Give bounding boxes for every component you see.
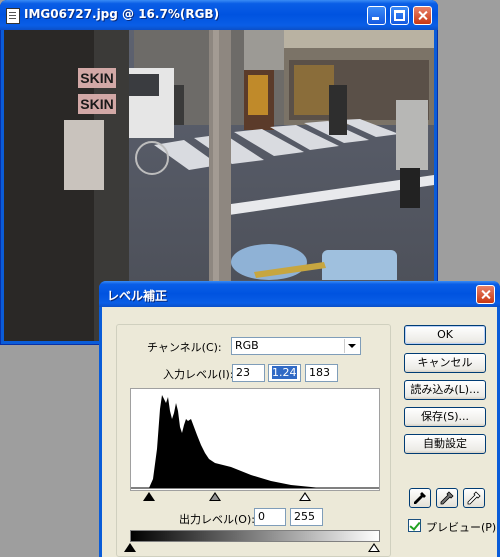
white-eyedropper-button[interactable] — [463, 488, 485, 508]
close-button[interactable] — [413, 6, 432, 25]
channel-label: チャンネル(C): — [147, 341, 222, 354]
preview-checkbox[interactable] — [408, 519, 421, 532]
load-button[interactable]: 読み込み(L)... — [404, 380, 486, 400]
output-white-slider[interactable] — [368, 543, 380, 552]
image-window-title: IMG06727.jpg @ 16.7%(RGB) — [24, 7, 220, 21]
minimize-button[interactable] — [367, 6, 386, 25]
white-eyedropper-icon — [467, 491, 481, 505]
image-window-titlebar[interactable]: IMG06727.jpg @ 16.7%(RGB) — [0, 0, 438, 30]
output-gradient-bar — [130, 530, 380, 542]
auto-button[interactable]: 自動設定 — [404, 434, 486, 454]
black-eyedropper-button[interactable] — [409, 488, 431, 508]
input-white-field[interactable]: 183 — [305, 364, 338, 382]
output-white-field[interactable]: 255 — [290, 508, 323, 526]
maximize-button[interactable] — [390, 6, 409, 25]
gray-eyedropper-icon — [440, 491, 454, 505]
output-black-slider[interactable] — [124, 543, 136, 552]
histogram-graph — [131, 395, 379, 489]
dialog-close-button[interactable] — [476, 285, 495, 304]
preview-label[interactable]: プレビュー(P) — [426, 519, 496, 535]
ok-button[interactable]: OK — [404, 325, 486, 345]
skin-sign-bottom: SKIN — [80, 96, 113, 112]
document-icon — [6, 8, 20, 24]
channel-select[interactable]: RGB — [231, 337, 361, 355]
black-eyedropper-icon — [414, 492, 426, 504]
levels-group: チャンネル(C): RGB 入力レベル(I): 23 1.24 183 出力レベ… — [116, 324, 391, 557]
input-black-slider[interactable] — [143, 492, 155, 501]
gray-eyedropper-button[interactable] — [436, 488, 458, 508]
levels-dialog: レベル補正 チャンネル(C): RGB 入力レベル(I): 23 1.24 18… — [99, 281, 500, 557]
cancel-button[interactable]: キャンセル — [404, 353, 486, 373]
input-gamma-field[interactable]: 1.24 — [268, 364, 301, 382]
input-black-field[interactable]: 23 — [232, 364, 265, 382]
histogram — [130, 388, 380, 491]
input-gamma-slider[interactable] — [209, 492, 221, 501]
input-white-slider[interactable] — [299, 492, 311, 501]
dialog-title: レベル補正 — [107, 289, 168, 303]
dialog-body: チャンネル(C): RGB 入力レベル(I): 23 1.24 183 出力レベ… — [102, 307, 497, 557]
chevron-down-icon[interactable] — [344, 339, 359, 353]
input-levels-label: 入力レベル(I): — [163, 368, 234, 381]
dialog-titlebar[interactable]: レベル補正 — [99, 281, 500, 307]
output-levels-label: 出力レベル(O): — [179, 513, 255, 526]
save-button[interactable]: 保存(S)... — [404, 407, 486, 427]
skin-sign-top: SKIN — [80, 70, 113, 86]
channel-select-value: RGB — [235, 339, 259, 352]
output-black-field[interactable]: 0 — [254, 508, 286, 526]
